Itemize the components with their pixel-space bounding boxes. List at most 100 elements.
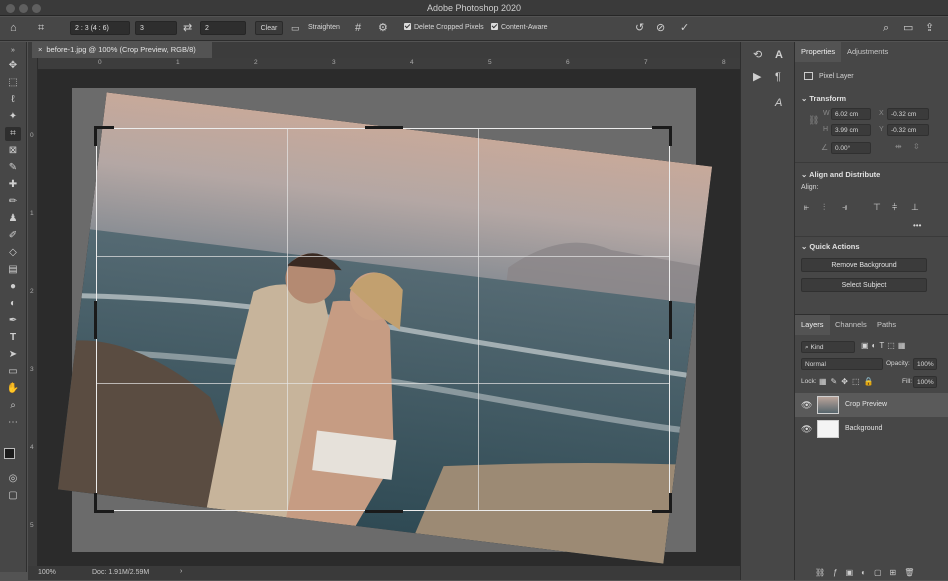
crop-tool-icon[interactable]: ⌗: [5, 127, 21, 141]
frame-tool-icon[interactable]: ⊠: [5, 144, 21, 158]
transform-header[interactable]: ⌄ Transform: [801, 94, 846, 103]
crop-handle-right[interactable]: [669, 301, 672, 339]
more-options-icon[interactable]: •••: [913, 221, 921, 230]
cancel-icon[interactable]: ⊘: [656, 23, 665, 34]
hand-tool-icon[interactable]: ✋: [5, 382, 21, 396]
canvas-area[interactable]: [38, 70, 740, 566]
top-ruler[interactable]: 0 1 2 3 4 5 6 7 8: [38, 58, 740, 70]
clear-button[interactable]: Clear: [255, 21, 283, 35]
tab-properties[interactable]: Properties: [795, 42, 842, 62]
crop-handle-bottom-left[interactable]: [94, 510, 114, 513]
move-tool-icon[interactable]: ✥: [5, 59, 21, 73]
link-icon[interactable]: ⛓: [808, 115, 819, 126]
angle-field[interactable]: 0.00°: [831, 142, 871, 154]
x-field[interactable]: -0.32 cm: [887, 108, 929, 120]
more-tools-icon[interactable]: ⋯: [5, 416, 21, 430]
crop-handle-top-right[interactable]: [669, 126, 672, 146]
zoom-tool-icon[interactable]: ⌕: [5, 399, 21, 413]
lasso-tool-icon[interactable]: ℓ: [5, 93, 21, 107]
tab-adjustments[interactable]: Adjustments: [841, 42, 894, 62]
close-tab-icon[interactable]: ×: [38, 45, 42, 54]
remove-background-button[interactable]: Remove Background: [801, 258, 927, 272]
gradient-tool-icon[interactable]: ▤: [5, 263, 21, 277]
pen-tool-icon[interactable]: ✒: [5, 314, 21, 328]
ratio-select[interactable]: 2 : 3 (4 : 6): [70, 21, 130, 35]
eraser-tool-icon[interactable]: ◇: [5, 246, 21, 260]
paragraph-icon[interactable]: ¶: [775, 72, 781, 83]
fill-field[interactable]: 100%: [913, 376, 937, 388]
height-field[interactable]: 2: [200, 21, 246, 35]
delete-cropped-checkbox[interactable]: Delete Cropped Pixels: [404, 21, 484, 35]
eyedropper-tool-icon[interactable]: ✎: [5, 161, 21, 175]
status-menu-arrow[interactable]: ›: [180, 568, 182, 575]
brush-tool-icon[interactable]: ✏: [5, 195, 21, 209]
document-tab[interactable]: × before-1.jpg @ 100% (Crop Preview, RGB/…: [32, 42, 212, 58]
align-right-icon[interactable]: ⫣: [842, 202, 847, 213]
foreground-color-swatch[interactable]: [4, 448, 15, 459]
blur-tool-icon[interactable]: ●: [5, 280, 21, 294]
flip-horizontal-icon[interactable]: ⇹: [895, 142, 902, 151]
select-subject-button[interactable]: Select Subject: [801, 278, 927, 292]
healing-tool-icon[interactable]: ✚: [5, 178, 21, 192]
align-bottom-icon[interactable]: ⊥: [911, 202, 919, 213]
magic-wand-tool-icon[interactable]: ✦: [5, 110, 21, 124]
align-left-icon[interactable]: ⫦: [804, 202, 809, 213]
history-brush-icon[interactable]: ✐: [5, 229, 21, 243]
actions-play-icon[interactable]: ▶: [753, 72, 761, 83]
w-field[interactable]: 6.02 cm: [831, 108, 871, 120]
overlay-grid-icon[interactable]: #: [355, 23, 361, 34]
left-ruler[interactable]: 0 1 2 3 4 5: [28, 58, 38, 566]
quick-actions-header[interactable]: ⌄ Quick Actions: [801, 242, 860, 251]
gear-icon[interactable]: ⚙: [378, 23, 388, 34]
layer-row[interactable]: 👁 Background: [795, 417, 948, 441]
tab-layers[interactable]: Layers: [795, 315, 830, 335]
commit-check-icon[interactable]: ✓: [680, 23, 689, 34]
path-selection-icon[interactable]: ➤: [5, 348, 21, 362]
align-middle-icon[interactable]: ⫩: [892, 202, 897, 213]
stamp-tool-icon[interactable]: ♟: [5, 212, 21, 226]
quick-mask-icon[interactable]: ◎: [5, 472, 21, 486]
character-icon[interactable]: A: [775, 50, 783, 61]
layer-row[interactable]: 👁 Crop Preview: [795, 393, 948, 417]
crop-tool-icon[interactable]: ⌗: [38, 23, 44, 34]
tab-paths[interactable]: Paths: [871, 315, 902, 335]
align-center-icon[interactable]: ⫶: [823, 202, 825, 213]
crop-handle-bottom-right[interactable]: [669, 493, 672, 513]
eye-icon[interactable]: 👁: [801, 417, 812, 441]
crop-handle-top[interactable]: [365, 126, 403, 129]
layers-footer-icons[interactable]: ⛓ƒ▣◐▢⊞🗑: [795, 565, 948, 581]
filter-kind-select[interactable]: ⌕ Kind: [801, 341, 855, 353]
marquee-tool-icon[interactable]: ⬚: [5, 76, 21, 90]
crop-handle-top-left[interactable]: [94, 126, 97, 146]
search-icon[interactable]: ⌕: [883, 23, 889, 34]
eye-icon[interactable]: 👁: [801, 393, 812, 417]
lock-icons[interactable]: ▦✎✥⬚🔒: [819, 377, 877, 386]
type-tool-icon[interactable]: T: [5, 331, 21, 345]
straighten-icon[interactable]: ▭: [291, 23, 300, 34]
collapse-toolbar-icon[interactable]: »: [5, 44, 21, 58]
content-aware-checkbox[interactable]: Content-Aware: [491, 21, 548, 35]
flip-vertical-icon[interactable]: ⇳: [913, 142, 920, 151]
share-icon[interactable]: ⇪: [925, 23, 934, 34]
width-field[interactable]: 3: [135, 21, 177, 35]
history-icon[interactable]: ⟲: [753, 50, 762, 61]
straighten-label[interactable]: Straighten: [308, 21, 340, 35]
swap-arrows-icon[interactable]: ⇄: [183, 23, 192, 34]
opacity-field[interactable]: 100%: [913, 358, 937, 370]
crop-handle-left[interactable]: [94, 301, 97, 339]
crop-handle-bottom[interactable]: [365, 510, 403, 513]
h-field[interactable]: 3.99 cm: [831, 124, 871, 136]
blend-mode-select[interactable]: Normal: [801, 358, 883, 370]
reset-icon[interactable]: ↺: [635, 23, 644, 34]
layer-filter-icons[interactable]: ▣◐T⬚▦: [861, 341, 908, 350]
glyphs-icon[interactable]: A: [775, 98, 782, 109]
align-top-icon[interactable]: ⊤: [873, 202, 881, 213]
zoom-level[interactable]: 100%: [38, 569, 56, 576]
crop-box[interactable]: [94, 126, 672, 513]
home-icon[interactable]: ⌂: [10, 23, 17, 34]
align-header[interactable]: ⌄ Align and Distribute: [801, 170, 880, 179]
dodge-tool-icon[interactable]: ◐: [5, 297, 21, 311]
screen-mode-icon[interactable]: ▢: [5, 489, 21, 503]
crop-handle-bottom-left[interactable]: [94, 493, 97, 513]
crop-handle-top-left[interactable]: [94, 126, 114, 129]
